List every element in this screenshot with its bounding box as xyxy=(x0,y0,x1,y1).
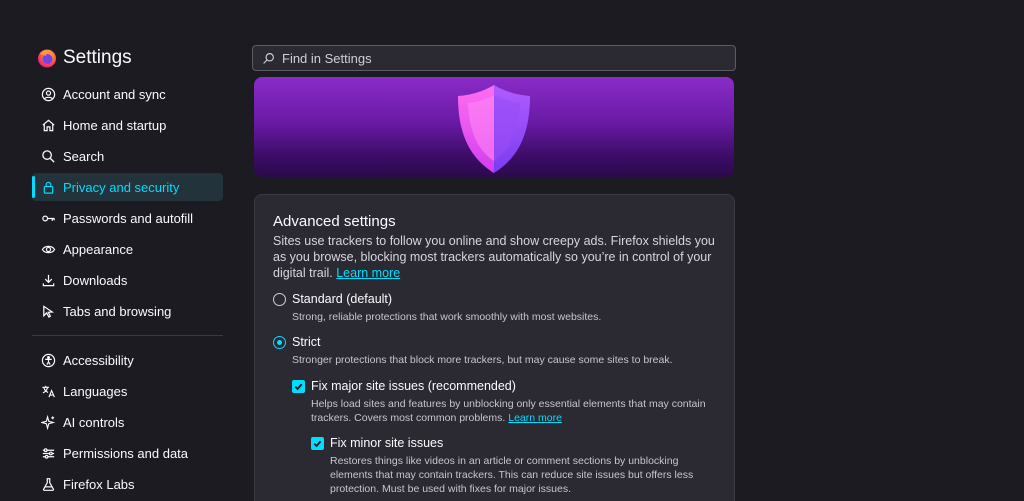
accessibility-icon xyxy=(40,352,56,368)
download-icon xyxy=(40,272,56,288)
sidebar-item-accessibility[interactable]: Accessibility xyxy=(32,346,223,374)
sidebar-item-label: AI controls xyxy=(63,414,125,430)
firefox-logo-icon xyxy=(38,49,56,68)
strict-label: Strict xyxy=(292,335,321,349)
section-description: Sites use trackers to follow you online … xyxy=(273,233,723,281)
sidebar-item-tabs-and-browsing[interactable]: Tabs and browsing xyxy=(32,297,223,325)
option-fix-minor[interactable]: Fix minor site issues Restores things li… xyxy=(311,436,711,496)
sidebar-item-privacy-and-security[interactable]: Privacy and security xyxy=(32,173,223,201)
fix-minor-checkbox[interactable] xyxy=(311,437,324,450)
strict-description: Stronger protections that block more tra… xyxy=(292,354,673,366)
sidebar-item-permissions-and-data[interactable]: Permissions and data xyxy=(32,439,223,467)
sidebar-item-passwords-and-autofill[interactable]: Passwords and autofill xyxy=(32,204,223,232)
sidebar-item-label: Account and sync xyxy=(63,86,166,102)
section-title: Advanced settings xyxy=(273,213,396,230)
search-input[interactable] xyxy=(282,50,722,66)
option-strict[interactable]: Strict Stronger protections that block m… xyxy=(273,335,713,367)
sidebar-item-languages[interactable]: Languages xyxy=(32,377,223,405)
sidebar-item-label: Privacy and security xyxy=(63,179,180,195)
brand: Settings xyxy=(37,47,132,69)
advanced-settings-card: Advanced settings Sites use trackers to … xyxy=(254,194,735,501)
eye-icon xyxy=(40,241,56,257)
flask-icon xyxy=(40,476,56,492)
cursor-icon xyxy=(40,303,56,319)
search-icon xyxy=(40,148,56,164)
sidebar-item-label: Tabs and browsing xyxy=(63,303,172,319)
page-title: Settings xyxy=(63,47,132,68)
standard-radio[interactable] xyxy=(273,293,286,306)
fix-major-label: Fix major site issues (recommended) xyxy=(311,379,516,393)
sliders-icon xyxy=(40,445,56,461)
sidebar-item-firefox-labs[interactable]: Firefox Labs xyxy=(32,470,223,498)
standard-label: Standard (default) xyxy=(292,292,393,306)
sidebar-item-appearance[interactable]: Appearance xyxy=(32,235,223,263)
settings-app: Settings Account and sync Home and start… xyxy=(0,0,1024,501)
fix-major-description: Helps load sites and features by unblock… xyxy=(311,397,711,425)
fix-major-checkbox[interactable] xyxy=(292,380,305,393)
sidebar: Settings Account and sync Home and start… xyxy=(0,0,240,501)
sidebar-item-downloads[interactable]: Downloads xyxy=(32,266,223,294)
sidebar-item-label: Appearance xyxy=(63,241,134,257)
sidebar-item-label: Permissions and data xyxy=(63,445,189,461)
key-icon xyxy=(40,210,56,226)
sidebar-item-label: Downloads xyxy=(63,272,128,288)
option-fix-major[interactable]: Fix major site issues (recommended) Help… xyxy=(292,379,712,425)
sidebar-item-label: Firefox Labs xyxy=(63,476,135,492)
fix-major-learn-more-link[interactable]: Learn more xyxy=(508,412,562,424)
sidebar-item-label: Languages xyxy=(63,383,128,399)
fix-minor-description: Restores things like videos in an articl… xyxy=(330,455,694,495)
sidebar-item-home-and-startup[interactable]: Home and startup xyxy=(32,111,223,139)
translate-icon xyxy=(40,383,56,399)
check-icon xyxy=(294,383,303,391)
learn-more-link[interactable]: Learn more xyxy=(336,266,400,280)
sidebar-item-label: Accessibility xyxy=(63,352,134,368)
sidebar-item-account-and-sync[interactable]: Account and sync xyxy=(32,80,223,108)
search-icon xyxy=(263,52,274,64)
sidebar-divider xyxy=(32,335,223,336)
strict-radio[interactable] xyxy=(273,336,286,349)
lock-icon xyxy=(40,179,56,195)
option-standard[interactable]: Standard (default) Strong, reliable prot… xyxy=(273,292,713,324)
standard-description: Strong, reliable protections that work s… xyxy=(292,311,602,323)
privacy-banner xyxy=(254,77,734,177)
sidebar-item-ai-controls[interactable]: AI controls xyxy=(32,408,223,436)
check-icon xyxy=(313,440,322,448)
shield-icon xyxy=(458,85,530,173)
sidebar-item-search[interactable]: Search xyxy=(32,142,223,170)
sidebar-item-label: Home and startup xyxy=(63,117,167,133)
home-icon xyxy=(40,117,56,133)
sidebar-item-label: Passwords and autofill xyxy=(63,210,194,226)
sidebar-item-label: Search xyxy=(63,148,105,164)
fix-minor-label: Fix minor site issues xyxy=(330,436,444,450)
sparkle-icon xyxy=(40,414,56,430)
account-icon xyxy=(40,86,56,102)
sidebar-nav: Account and sync Home and startup Search… xyxy=(32,80,223,501)
search-bar[interactable] xyxy=(252,45,736,71)
